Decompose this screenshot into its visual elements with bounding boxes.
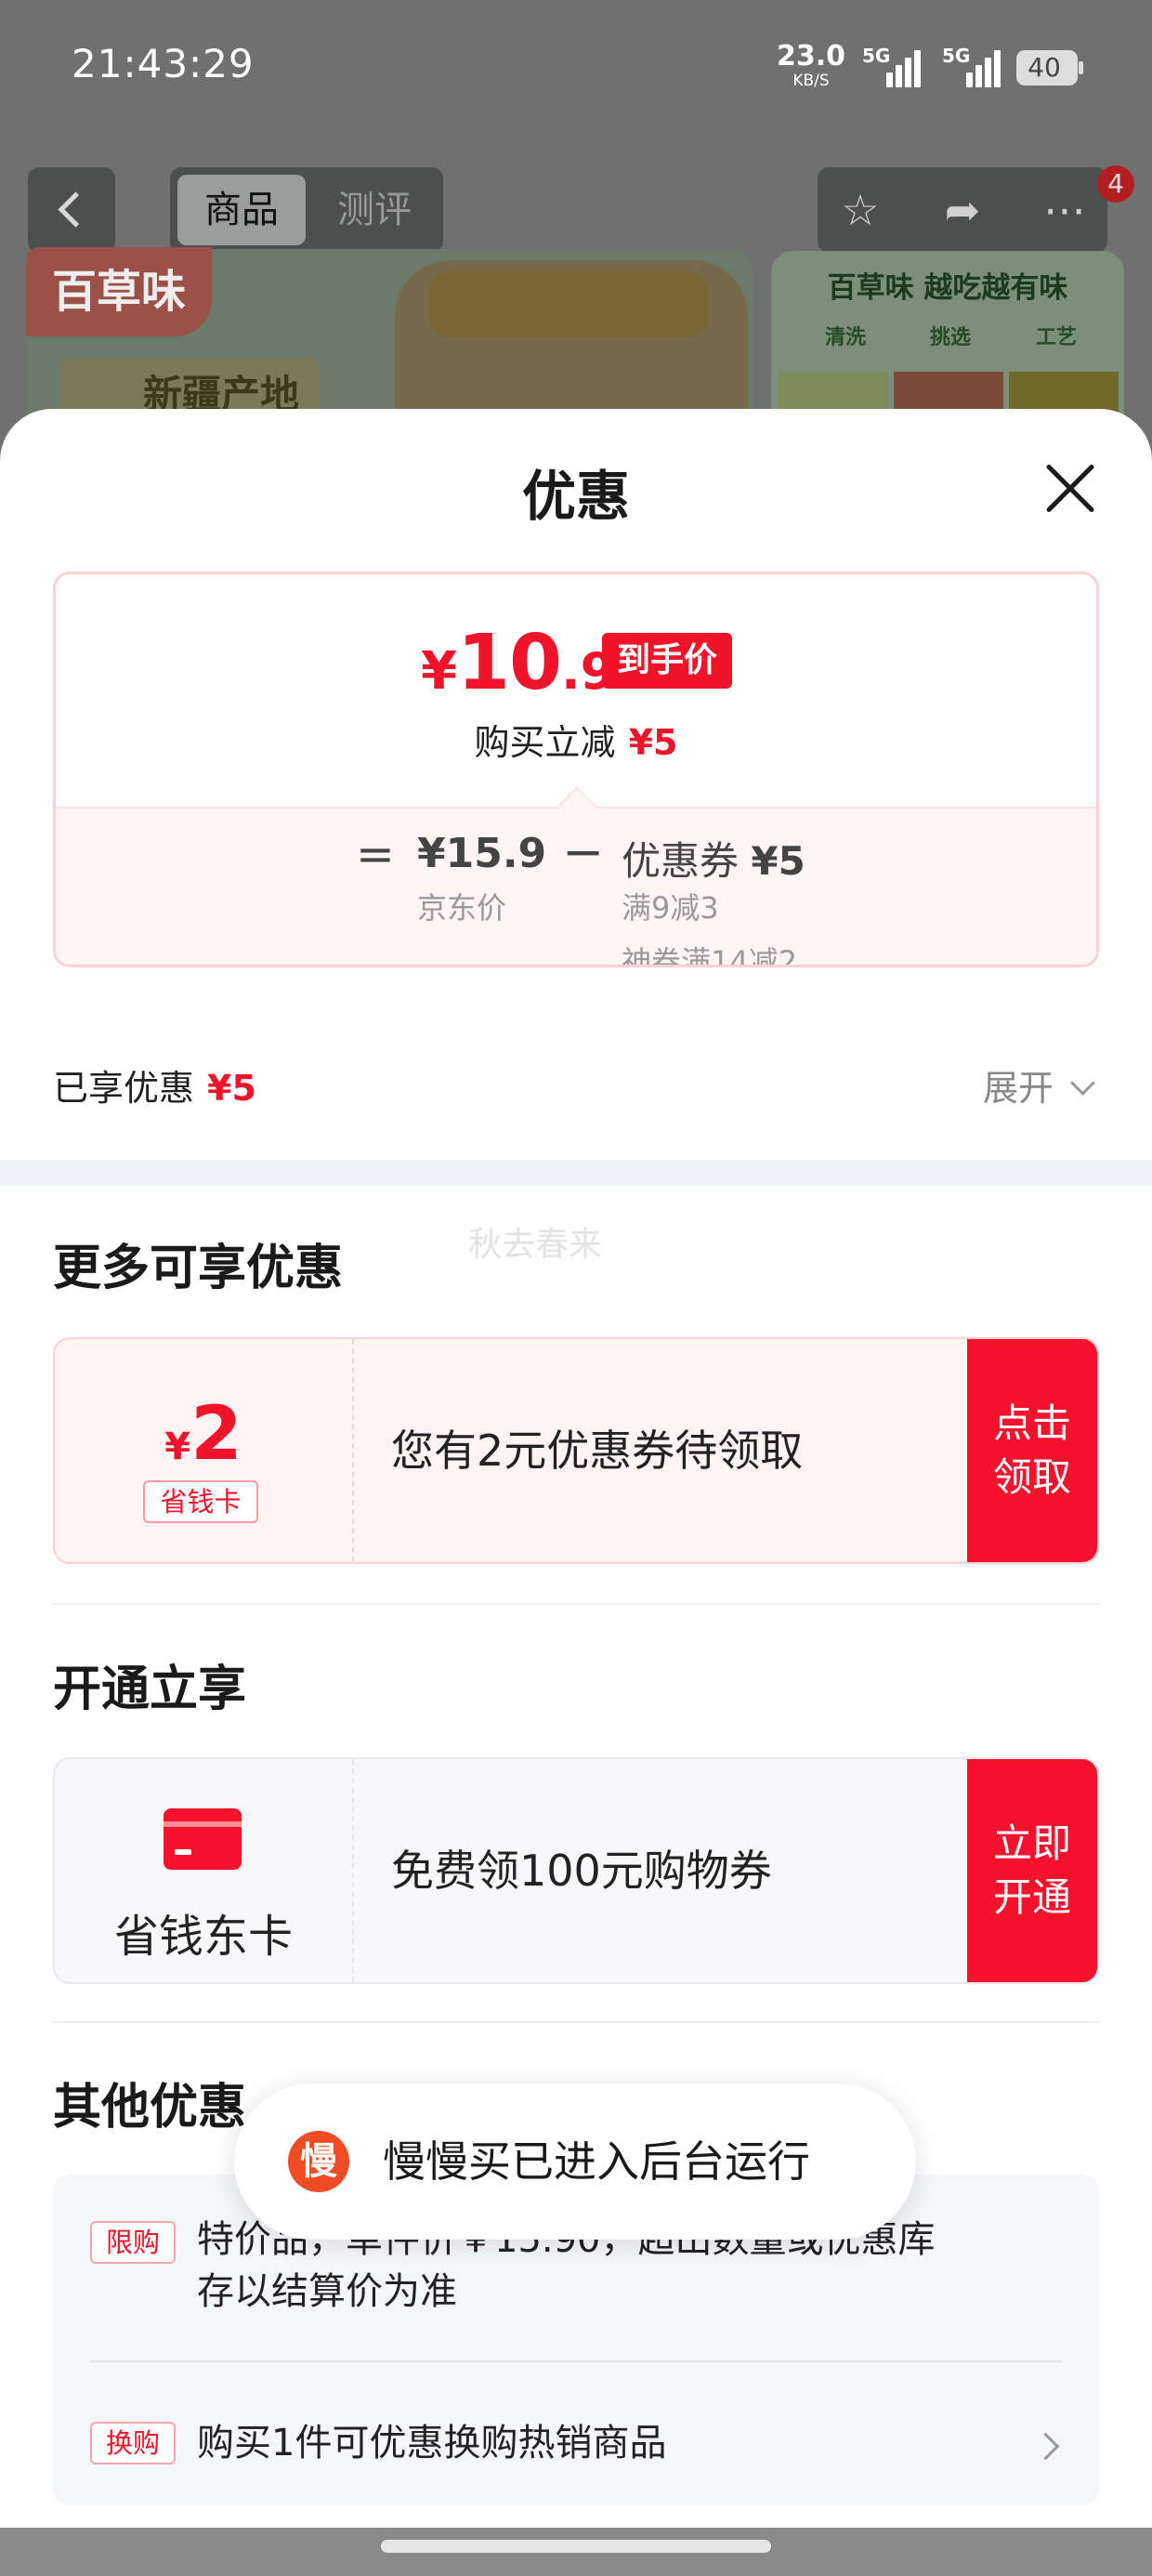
home-indicator[interactable]	[381, 2540, 771, 2553]
section-divider	[0, 1160, 1152, 1186]
membership-card-column: 省钱东卡	[55, 1759, 354, 1982]
star-icon[interactable]: ☆	[832, 182, 888, 238]
back-button[interactable]	[28, 167, 115, 253]
battery-icon: 40	[1016, 50, 1083, 85]
other-offers-title: 其他优惠	[53, 2080, 247, 2136]
final-price-card: ¥10.9 到手价 购买立减 ¥5 = ¥15.9 京东价 − 优惠券 ¥5 满9…	[53, 572, 1099, 967]
membership-offer-description: 免费领100元购物券	[391, 1846, 772, 1896]
brand-logo: 百草味	[26, 247, 212, 336]
toast-message: 慢慢买已进入后台运行	[383, 2136, 810, 2187]
enjoyed-discount: 已享优惠 ¥5	[53, 1068, 256, 1109]
final-price: ¥10.9	[421, 619, 616, 707]
background-run-toast: 慢 慢慢买已进入后台运行	[234, 2083, 916, 2240]
divider	[53, 2021, 1099, 2023]
feature-select: 挑选	[929, 326, 971, 349]
brand-slogan: 百草味 越吃越有味	[827, 271, 1068, 305]
feature-craft: 工艺	[1035, 326, 1077, 349]
product-jar-lid	[429, 271, 708, 336]
more-offers-title: 更多可享优惠	[53, 1241, 344, 1296]
close-icon[interactable]	[1043, 462, 1097, 516]
saving-card-tag: 省钱卡	[143, 1480, 258, 1523]
jd-price-label: 京东价	[417, 890, 507, 926]
network-speed: 23.0 KB/S	[777, 40, 846, 91]
tab-goods[interactable]: 商品	[177, 175, 306, 245]
product-tabs: 商品 测评	[170, 167, 443, 253]
status-bar: 21:43:29 23.0 KB/S 5G 5G 40	[0, 0, 1152, 139]
claim-coupon-button[interactable]: 点击 领取	[967, 1339, 1097, 1562]
chevron-down-icon[interactable]	[1070, 1071, 1095, 1096]
coupon-offer-card: ¥2 省钱卡 您有2元优惠券待领取 点击 领取	[53, 1337, 1099, 1564]
open-membership-button[interactable]: 立即 开通	[967, 1759, 1097, 1982]
limit-purchase-tag: 限购	[90, 2221, 176, 2264]
instant-discount: 购买立减 ¥5	[474, 722, 678, 763]
equals-sign: =	[356, 827, 395, 881]
divider	[53, 1603, 1099, 1605]
share-icon[interactable]: ➦	[935, 182, 990, 238]
feature-wash: 清洗	[824, 326, 866, 349]
card-icon	[164, 1808, 242, 1870]
sheet-title: 优惠	[521, 465, 630, 528]
app-icon: 慢	[288, 2131, 349, 2192]
more-icon[interactable]: ⋯	[1037, 182, 1093, 238]
exchange-purchase-link[interactable]: 购买1件可优惠换购热销商品	[197, 2417, 666, 2469]
final-price-tag: 到手价	[602, 633, 733, 689]
cart-count-badge: 4	[1097, 165, 1134, 203]
price-summary: ¥10.9 到手价 购买立减 ¥5	[56, 574, 1096, 807]
divider	[90, 2360, 1062, 2362]
open-enjoy-title: 开通立享	[53, 1662, 247, 1717]
chevron-right-icon[interactable]	[1031, 2432, 1060, 2461]
action-group: ☆ ➦ ⋯	[818, 167, 1107, 253]
coupon-rule: 神券满14减2	[622, 944, 798, 967]
membership-card-name: 省钱东卡	[113, 1911, 293, 1963]
coupon-offer-description: 您有2元优惠券待领取	[391, 1426, 804, 1476]
coupon-rule: 满9减3	[622, 890, 719, 926]
price-breakdown: = ¥15.9 京东价 − 优惠券 ¥5 满9减3 神券满14减2	[56, 786, 1096, 967]
coupon-value-column: ¥2 省钱卡	[55, 1339, 354, 1562]
status-time: 21:43:29	[72, 41, 255, 86]
chevron-left-icon	[58, 191, 94, 228]
exchange-purchase-tag: 换购	[90, 2422, 176, 2464]
tab-review[interactable]: 测评	[314, 175, 435, 245]
expand-button[interactable]: 展开	[983, 1059, 1054, 1111]
watermark: 秋去春来	[468, 1226, 603, 1264]
coupon-amount: ¥2	[164, 1390, 242, 1477]
minus-sign: −	[562, 822, 605, 881]
coupon-amount: 优惠券 ¥5	[622, 838, 805, 884]
jd-price: ¥15.9	[417, 830, 547, 877]
membership-offer-card: 省钱东卡 免费领100元购物券 立即 开通	[53, 1757, 1099, 1984]
